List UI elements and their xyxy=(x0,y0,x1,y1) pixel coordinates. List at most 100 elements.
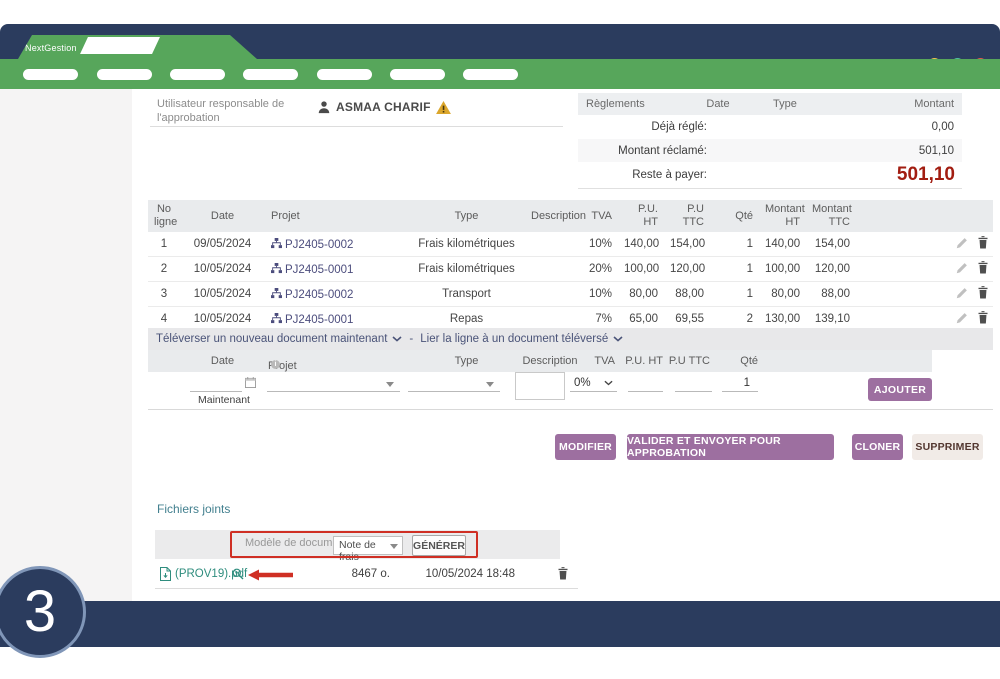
cell-montant-ttc: 154,00 xyxy=(806,232,856,257)
payments-header: Règlements Date Type Montant xyxy=(578,93,962,115)
cloner-button[interactable]: CLONER xyxy=(852,434,903,460)
attachments-title: Fichiers joints xyxy=(157,502,230,516)
table-row: 2 10/05/2024 PJ2405-0001 Frais kilométri… xyxy=(148,257,993,282)
sitemap-icon xyxy=(271,313,282,324)
file-datetime: 10/05/2024 18:48 xyxy=(420,568,515,580)
cell-montant-ht: 80,00 xyxy=(759,282,806,307)
form-col-type: Type xyxy=(408,355,525,367)
project-link[interactable]: PJ2405-0002 xyxy=(285,289,353,301)
modifier-button[interactable]: MODIFIER xyxy=(555,434,616,460)
claimed-amount-label: Montant réclamé: xyxy=(578,145,837,157)
cell-pu-ht: 140,00 xyxy=(618,232,664,257)
type-select[interactable] xyxy=(408,374,500,392)
link-document-label: Lier la ligne à un document téléversé xyxy=(420,333,608,345)
separator-dash: - xyxy=(409,333,413,345)
divider xyxy=(148,409,993,410)
nav-item-pill[interactable] xyxy=(170,69,225,80)
zoom-in-icon[interactable] xyxy=(232,568,244,580)
claimed-amount-row: Montant réclamé: 501,10 xyxy=(578,139,962,162)
edit-pencil-icon[interactable] xyxy=(956,262,968,274)
upload-document-toggle[interactable]: Téléverser un nouveau document maintenan… xyxy=(156,333,402,345)
col-montant: Montant xyxy=(868,98,962,110)
delete-file-icon[interactable] xyxy=(557,567,569,580)
delete-trash-icon[interactable] xyxy=(977,286,989,299)
nav-item-pill[interactable] xyxy=(97,69,152,80)
col-actions xyxy=(856,200,993,232)
expense-lines-table: No ligne Date Projet Type Description TV… xyxy=(148,200,993,332)
redacted-tab-text xyxy=(80,37,160,54)
cell-date: 09/05/2024 xyxy=(180,232,265,257)
table-row: 1 09/05/2024 PJ2405-0002 Frais kilométri… xyxy=(148,232,993,257)
cell-description xyxy=(525,282,570,307)
cell-date: 10/05/2024 xyxy=(180,282,265,307)
edit-pencil-icon[interactable] xyxy=(956,312,968,324)
chevron-down-icon xyxy=(392,336,402,342)
pu-ht-input[interactable] xyxy=(628,374,663,392)
edit-pencil-icon[interactable] xyxy=(956,287,968,299)
project-link[interactable]: PJ2405-0002 xyxy=(285,239,353,251)
cell-projet: PJ2405-0002 xyxy=(265,282,408,307)
form-col-qte: Qté xyxy=(712,355,758,367)
document-toolbar: Téléverser un nouveau document maintenan… xyxy=(148,328,993,350)
form-col-tva: TVA xyxy=(570,355,615,367)
sitemap-icon xyxy=(271,238,282,249)
nav-item-pill[interactable] xyxy=(390,69,445,80)
delete-trash-icon[interactable] xyxy=(977,236,989,249)
delete-trash-icon[interactable] xyxy=(977,261,989,274)
supprimer-button[interactable]: SUPPRIMER xyxy=(912,434,983,460)
valider-envoyer-button[interactable]: VALIDER ET ENVOYER POUR APPROBATION xyxy=(627,434,834,460)
nav-item-pill[interactable] xyxy=(243,69,298,80)
table-row: 3 10/05/2024 PJ2405-0002 Transport 10% 8… xyxy=(148,282,993,307)
date-input[interactable] xyxy=(190,374,242,392)
edit-pencil-icon[interactable] xyxy=(956,237,968,249)
project-link[interactable]: PJ2405-0001 xyxy=(285,314,353,326)
left-margin xyxy=(0,89,132,601)
cell-pu-ht: 100,00 xyxy=(618,257,664,282)
cell-tva: 10% xyxy=(570,232,618,257)
link-document-toggle[interactable]: Lier la ligne à un document téléversé xyxy=(420,333,623,345)
description-textarea[interactable] xyxy=(515,372,565,400)
tva-select[interactable]: 0% xyxy=(570,374,617,392)
project-link[interactable]: PJ2405-0001 xyxy=(285,264,353,276)
caret-down-icon xyxy=(486,382,494,387)
cell-montant-ht: 140,00 xyxy=(759,232,806,257)
project-select[interactable] xyxy=(267,374,400,392)
col-type: Type xyxy=(748,98,868,110)
cell-no: 1 xyxy=(148,232,180,257)
cell-pu-ttc: 120,00 xyxy=(664,257,710,282)
col-montant-ttc: Montant TTC xyxy=(806,200,856,232)
qte-input[interactable] xyxy=(722,374,758,392)
pu-ttc-input[interactable] xyxy=(675,374,712,392)
main-nav-bar xyxy=(0,59,1000,89)
cell-no: 3 xyxy=(148,282,180,307)
pdf-file-icon xyxy=(160,567,171,581)
tab-title: NextGestion xyxy=(25,43,77,53)
ajouter-button[interactable]: AJOUTER xyxy=(868,378,932,401)
cell-date: 10/05/2024 xyxy=(180,257,265,282)
cell-projet: PJ2405-0002 xyxy=(265,232,408,257)
col-montant-ht: Montant HT xyxy=(759,200,806,232)
cell-pu-ttc: 88,00 xyxy=(664,282,710,307)
cell-montant-ttc: 88,00 xyxy=(806,282,856,307)
nav-item-pill[interactable] xyxy=(317,69,372,80)
step-number: 3 xyxy=(24,583,56,641)
calendar-icon[interactable] xyxy=(245,377,256,388)
approval-user-name: ASMAA CHARIF xyxy=(336,100,431,114)
payments-panel: Règlements Date Type Montant Déjà réglé:… xyxy=(578,93,962,189)
delete-trash-icon[interactable] xyxy=(977,311,989,324)
caret-down-icon xyxy=(386,382,394,387)
form-col-pu-ttc: P.U TTC xyxy=(665,355,710,367)
add-form-row: Maintenant 0% AJOUTER xyxy=(148,372,993,409)
sitemap-icon xyxy=(271,288,282,299)
nav-item-pill[interactable] xyxy=(23,69,78,80)
cell-pu-ht: 80,00 xyxy=(618,282,664,307)
file-size: 8467 o. xyxy=(333,568,390,580)
nav-item-pill[interactable] xyxy=(463,69,518,80)
col-projet: Projet xyxy=(265,200,408,232)
now-link[interactable]: Maintenant xyxy=(198,394,250,406)
sitemap-icon xyxy=(271,263,282,274)
col-no-ligne: No ligne xyxy=(148,200,180,232)
chevron-down-icon xyxy=(604,380,613,386)
attached-file-row: (PROV19).pdf 8467 o. 10/05/2024 18:48 xyxy=(155,559,578,589)
approval-user: ASMAA CHARIF xyxy=(317,100,451,114)
